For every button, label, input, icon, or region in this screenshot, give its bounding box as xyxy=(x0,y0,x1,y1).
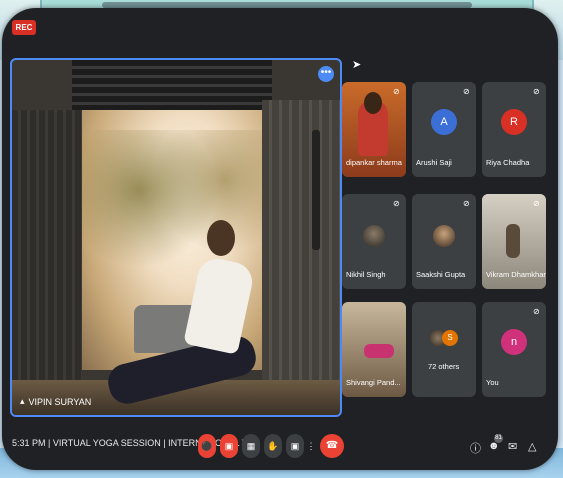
participant-name: dipankar sharma xyxy=(346,158,402,167)
participant-tile[interactable]: A ⊘ Arushi Saji xyxy=(412,82,476,177)
participant-tile-self[interactable]: n ⊘ You xyxy=(482,302,546,397)
participant-name: Arushi Saji xyxy=(416,158,452,167)
participant-name: Vikram Dhamkhar xyxy=(486,270,546,279)
more-vert-icon: ⋮ xyxy=(306,441,316,451)
participant-avatar: R xyxy=(501,109,527,135)
camera-off-icon: ▣ xyxy=(224,441,234,451)
captions-icon: ▦ xyxy=(246,441,256,451)
meeting-separator: | xyxy=(48,438,51,448)
participant-name: Nikhil Singh xyxy=(346,270,386,279)
pin-icon: ▴ xyxy=(20,396,25,406)
participant-figure xyxy=(364,344,394,358)
mic-off-icon: ⊘ xyxy=(533,307,540,316)
participant-face xyxy=(364,92,382,114)
self-avatar: n xyxy=(501,329,527,355)
present-button[interactable]: ▣ xyxy=(286,434,304,458)
people-count-badge: 81 xyxy=(494,434,503,443)
more-options-button[interactable]: ⋮ xyxy=(304,434,318,458)
participant-tile[interactable]: S 72 others xyxy=(412,302,476,397)
video-scene-shutter xyxy=(72,60,272,110)
mic-off-icon: ⊘ xyxy=(533,87,540,96)
others-count: 72 others xyxy=(428,362,460,371)
video-scene-door-right xyxy=(262,100,340,415)
more-options-icon[interactable]: ••• xyxy=(318,66,334,82)
participant-photo xyxy=(363,225,385,247)
end-call-icon: ☎ xyxy=(325,440,339,451)
mic-off-icon: ⊘ xyxy=(393,199,400,208)
participant-avatar: S xyxy=(442,330,458,346)
participant-name: Shivangi Pand... xyxy=(346,378,401,387)
end-call-button[interactable]: ☎ xyxy=(320,434,344,458)
mic-off-icon: ⊘ xyxy=(393,87,400,96)
meet-window: REC ••• ▴ VIPIN SURYAN ⊘ dipankar sharma… xyxy=(2,8,558,470)
mouse-cursor: ➤ xyxy=(352,59,362,71)
video-person-head xyxy=(207,220,235,256)
recording-badge: REC xyxy=(12,20,36,35)
participant-tile[interactable]: ⊘ dipankar sharma xyxy=(342,82,406,177)
mic-off-icon: ⊘ xyxy=(533,199,540,208)
captions-button[interactable]: ▦ xyxy=(242,434,260,458)
participant-tile[interactable]: ⊘ Saakshi Gupta xyxy=(412,194,476,289)
participant-figure xyxy=(506,224,520,258)
participant-avatar: A xyxy=(431,109,457,135)
activities-icon[interactable]: △ xyxy=(528,440,536,453)
main-speaker-name: VIPIN SURYAN xyxy=(28,396,92,407)
chat-icon[interactable]: ✉ xyxy=(508,440,517,453)
main-speaker-label: ▴ VIPIN SURYAN xyxy=(20,396,91,407)
mic-toggle-button[interactable]: ⚫ xyxy=(198,434,216,458)
meeting-info: 5:31 PM | VIRTUAL YOGA SESSION | INTERNA… xyxy=(12,438,254,448)
participant-name: Riya Chadha xyxy=(486,158,530,167)
mic-off-icon: ⊘ xyxy=(463,199,470,208)
participant-tile[interactable]: ⊘ Vikram Dhamkhar xyxy=(482,194,546,289)
main-speaker-video[interactable]: ••• ▴ VIPIN SURYAN xyxy=(10,58,342,417)
video-scene-handle xyxy=(312,130,320,250)
participant-tile[interactable]: Shivangi Pand... xyxy=(342,302,406,397)
participant-tile[interactable]: R ⊘ Riya Chadha xyxy=(482,82,546,177)
participant-photo xyxy=(433,225,455,247)
video-scene-door-left xyxy=(12,110,82,415)
bottom-control-bar: 5:31 PM | VIRTUAL YOGA SESSION | INTERNA… xyxy=(2,426,558,466)
present-icon: ▣ xyxy=(290,441,300,451)
participant-tile[interactable]: ⊘ Nikhil Singh xyxy=(342,194,406,289)
meeting-time: 5:31 PM xyxy=(12,438,46,448)
raise-hand-icon: ✋ xyxy=(267,441,279,451)
mic-off-icon: ⚫ xyxy=(201,441,213,451)
raise-hand-button[interactable]: ✋ xyxy=(264,434,282,458)
participant-name: You xyxy=(486,378,499,387)
participant-name: Saakshi Gupta xyxy=(416,270,466,279)
camera-toggle-button[interactable]: ▣ xyxy=(220,434,238,458)
info-icon[interactable]: ⓘ xyxy=(470,440,481,456)
mic-off-icon: ⊘ xyxy=(463,87,470,96)
